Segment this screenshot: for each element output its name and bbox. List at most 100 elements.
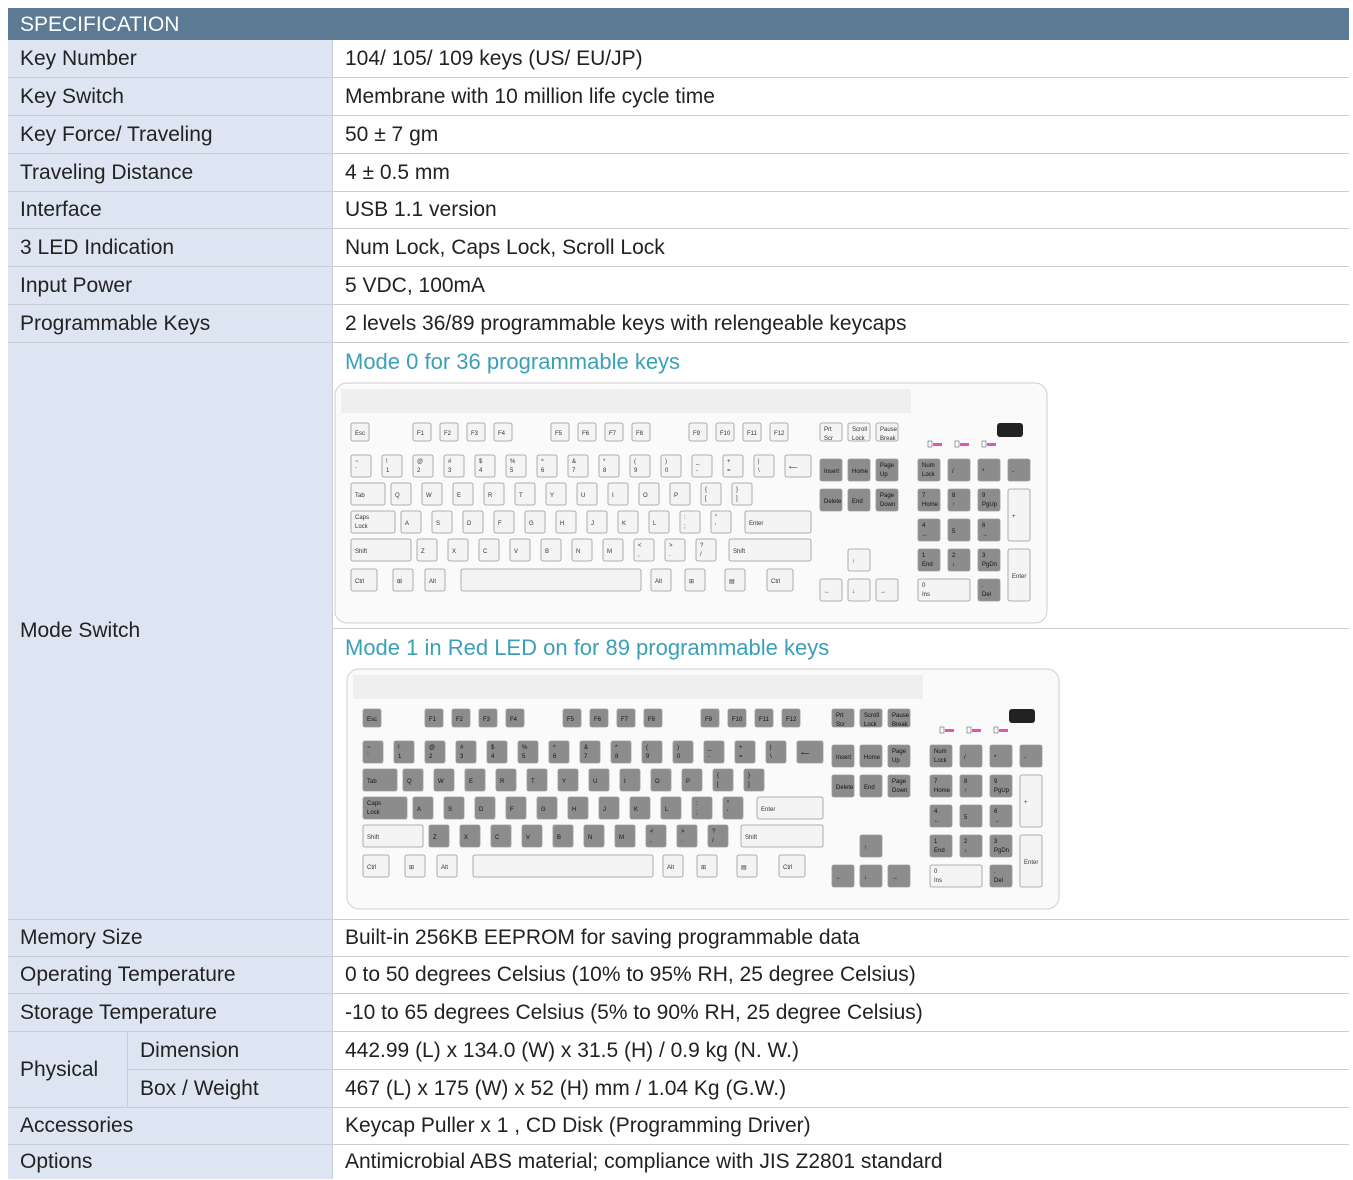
svg-text:↓: ↓ [864, 875, 867, 881]
svg-text:J: J [603, 807, 606, 813]
keyboard-key: Caps Lock [350, 510, 396, 534]
keyboard-key: Tab [362, 768, 398, 792]
keyboard-key: Page Down [875, 488, 899, 512]
svg-text:PgDn: PgDn [982, 562, 997, 568]
svg-text:↑: ↑ [964, 788, 967, 794]
keyboard-key: W [421, 482, 443, 506]
keyboard-key: F6 [577, 422, 597, 442]
svg-text:}: } [748, 773, 750, 779]
svg-text:Enter: Enter [1024, 860, 1038, 866]
svg-text:End: End [922, 562, 933, 568]
table-row: Key Number 104/ 105/ 109 keys (US/ EU/JP… [8, 40, 1349, 78]
svg-text:Caps: Caps [355, 515, 369, 521]
svg-text:Prt: Prt [836, 713, 844, 719]
svg-text:M: M [607, 549, 612, 555]
row-value: USB 1.1 version [345, 198, 497, 221]
keyboard-key: C [478, 538, 500, 562]
keyboard-key: {[ [700, 482, 722, 506]
row-label: Accessories [8, 1108, 333, 1144]
keyboard-key: 5 [947, 518, 971, 542]
svg-text:+: + [1012, 514, 1016, 520]
keyboard-key: 5 [959, 804, 983, 828]
svg-text:}: } [736, 487, 738, 493]
svg-text:Page: Page [892, 779, 907, 785]
svg-text:E: E [457, 493, 461, 499]
svg-text:⟵: ⟵ [789, 465, 798, 471]
svg-text:Z: Z [421, 549, 425, 555]
keyboard-key: A [400, 510, 422, 534]
row-sublabel: Box / Weight [128, 1070, 333, 1107]
svg-text:F12: F12 [786, 717, 797, 723]
svg-text:G: G [529, 521, 534, 527]
keyboard-key: G [524, 510, 546, 534]
keyboard-key: ↓ [859, 864, 883, 888]
row-label: Key Number [8, 40, 333, 77]
svg-text:F4: F4 [510, 717, 518, 723]
keyboard-key: J [586, 510, 608, 534]
svg-text:Ctrl: Ctrl [355, 579, 364, 585]
row-value: 4 ± 0.5 mm [345, 160, 450, 184]
keyboard-key: F7 [616, 708, 636, 728]
keyboard-key: → [875, 578, 899, 602]
keyboard-image: Esc F1 F2 F3 F4 F5 F6 F7 F8 F9 F10 F11 F12PrtScrScro… [334, 382, 1048, 624]
keyboard-key: F1 [424, 708, 444, 728]
keyboard-key: E [464, 768, 486, 792]
svg-text:F1: F1 [417, 431, 425, 437]
keyboard-key: )0 [660, 454, 682, 478]
svg-text:T: T [519, 493, 523, 499]
svg-text:F9: F9 [693, 431, 701, 437]
table-row: Input Power 5 VDC, 100mA [8, 267, 1349, 305]
svg-text:D: D [467, 521, 472, 527]
keyboard-key: 4← [917, 518, 941, 542]
svg-text:Insert: Insert [824, 469, 839, 475]
svg-text:Home: Home [934, 788, 951, 794]
svg-text:↓: ↓ [952, 562, 955, 568]
keyboard-key: F2 [439, 422, 459, 442]
svg-text:Lock: Lock [934, 758, 948, 764]
keyboard-key: ?/ [707, 824, 729, 848]
keyboard-key: F2 [451, 708, 471, 728]
keyboard-key: W [433, 768, 455, 792]
svg-text:Enter: Enter [749, 521, 763, 527]
keyboard-key: A [412, 796, 434, 820]
keyboard-key: F6 [589, 708, 609, 728]
keyboard-key: 7Home [917, 488, 941, 512]
keyboard-key: R [483, 482, 505, 506]
keyboard-key: <, [633, 538, 655, 562]
keyboard-key: F4 [493, 422, 513, 442]
svg-text:': ' [715, 524, 716, 530]
mode-switch-row: Mode Switch Mode 0 for 36 programmable k… [8, 343, 1349, 920]
keyboard-key: {[ [712, 768, 734, 792]
row-value: -10 to 65 degrees Celsius (5% to 90% RH,… [345, 1000, 923, 1024]
svg-text:F10: F10 [732, 717, 743, 723]
keyboard-key: F7 [604, 422, 624, 442]
svg-text:X: X [464, 835, 468, 841]
svg-text:Home: Home [864, 755, 881, 761]
svg-text:%: % [522, 745, 528, 751]
keyboard-key: Num Lock [929, 744, 953, 768]
keyboard-key: Alt [424, 568, 446, 592]
svg-text:F12: F12 [774, 431, 785, 437]
keyboard-key: U [576, 482, 598, 506]
svg-text:Caps: Caps [367, 801, 381, 807]
keyboard-key: Enter [1007, 548, 1031, 602]
keyboard-key: F12 [781, 708, 801, 728]
keyboard-key: P [669, 482, 691, 506]
svg-text:F11: F11 [759, 717, 770, 723]
keyboard-key: 8↑ [947, 488, 971, 512]
svg-text:↓: ↓ [852, 589, 855, 595]
svg-text:PgUp: PgUp [982, 502, 998, 508]
svg-text:Y: Y [562, 779, 566, 785]
svg-text:{: { [717, 773, 719, 779]
keyboard-key: @2 [424, 740, 446, 764]
svg-text:Lock: Lock [355, 524, 369, 530]
keyboard-key: #3 [443, 454, 465, 478]
svg-text:Alt: Alt [667, 865, 674, 871]
keyboard-key: Delete [819, 488, 843, 512]
row-label: 3 LED Indication [8, 229, 333, 266]
svg-text:@: @ [429, 745, 435, 751]
svg-text:O: O [655, 779, 660, 785]
keyboard-key: K [617, 510, 639, 534]
keyboard-key: Scroll Lock [847, 422, 871, 442]
keyboard-key: Insert [831, 744, 855, 768]
